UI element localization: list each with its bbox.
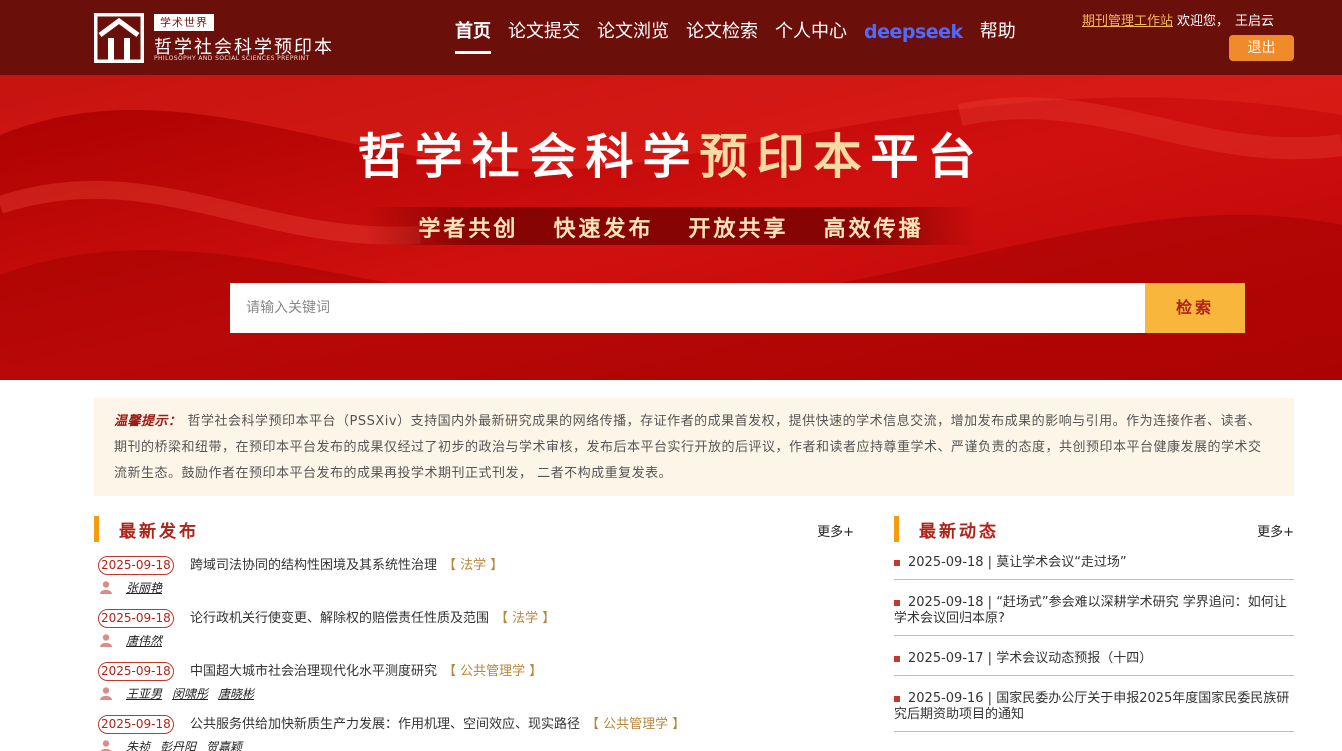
author-link[interactable]: 王亚男 [126, 685, 162, 702]
nav-personal-center[interactable]: 个人中心 [775, 18, 847, 54]
search-input[interactable] [230, 283, 1145, 333]
author-link[interactable]: 唐晓彬 [218, 685, 254, 702]
square-bullet-icon [894, 599, 900, 606]
category-tag[interactable]: 【 法学 】 [495, 611, 555, 626]
author-row: 张丽艳 [100, 578, 172, 596]
paper-title-link[interactable]: 公共服务供给加快新质生产力发展：作用机理、空间效应、现实路径【 公共管理学 】 [190, 715, 685, 734]
publish-date: 2025-09-18 [98, 715, 174, 734]
author-row: 唐伟然 [100, 631, 172, 649]
author-link[interactable]: 张丽艳 [126, 579, 162, 596]
list-item: 2025-09-18 公共服务供给加快新质生产力发展：作用机理、空间效应、现实路… [94, 715, 854, 751]
section-accent-bar [94, 516, 99, 542]
author-link[interactable]: 贺嘉颖 [206, 738, 242, 751]
section-title: 最新动态 [919, 522, 999, 542]
person-icon [100, 739, 112, 751]
main-nav: 首页 论文提交 论文浏览 论文检索 个人中心 deepseek 帮助 [455, 18, 1033, 54]
author-row: 朱祯 彭丹阳 贺嘉颖 [100, 737, 252, 751]
building-logo-icon [94, 13, 144, 63]
nav-browse-papers[interactable]: 论文浏览 [597, 18, 669, 54]
site-logo[interactable]: 学术世界 哲学社会科学预印本 PHILOSOPHY AND SOCIAL SCI… [94, 13, 334, 65]
banner-title: 哲学社会科学预印本平台 [357, 129, 985, 185]
slogans: 学者共创 快速发布 开放共享 高效传播 [0, 211, 1342, 243]
news-item[interactable]: 2025-09-18 | “赶场式”参会难以深耕学术研究 学界追问：如何让学术会… [894, 594, 1294, 636]
logo-subtitle: PHILOSOPHY AND SOCIAL SCIENCES PREPRINT [154, 55, 310, 62]
welcome-text: 欢迎您， [1177, 14, 1230, 29]
latest-publications-section: 最新发布 更多+ 2025-09-18 跨域司法协同的结构性困境及其系统性治理【… [94, 516, 854, 751]
notice-panel: 温馨提示： 哲学社会科学预印本平台（PSSXiv）支持国内外最新研究成果的网络传播… [94, 398, 1294, 496]
paper-title-link[interactable]: 论行政机关行使变更、解除权的赔偿责任性质及范围【 法学 】 [190, 609, 555, 628]
section-title: 最新发布 [119, 522, 199, 542]
user-line: 期刊管理工作站 欢迎您， 王启云 [1082, 10, 1294, 29]
news-item[interactable]: 2025-09-17 | 学术会议动态预报（十四） [894, 650, 1294, 676]
category-tag[interactable]: 【 公共管理学 】 [443, 664, 542, 679]
author-row: 王亚男 闵啸彤 唐晓彬 [100, 684, 264, 702]
news-item[interactable]: 2025-09-16 | 国家民委办公厅关于申报2025年度国家民委民族研究后期… [894, 690, 1294, 732]
latest-news-section: 最新动态 更多+ 2025-09-18 | 莫让学术会议“走过场” 2025-0… [894, 516, 1294, 732]
author-link[interactable]: 闵啸彤 [172, 685, 208, 702]
slogan-item: 高效传播 [823, 217, 924, 242]
nav-deepseek[interactable]: deepseek [864, 18, 963, 54]
section-accent-bar [894, 516, 899, 542]
publication-list: 2025-09-18 跨域司法协同的结构性困境及其系统性治理【 法学 】 张丽艳… [94, 556, 854, 751]
paper-title-link[interactable]: 跨域司法协同的结构性困境及其系统性治理【 法学 】 [190, 556, 503, 575]
list-item: 2025-09-18 跨域司法协同的结构性困境及其系统性治理【 法学 】 张丽艳 [94, 556, 854, 609]
news-item[interactable]: 2025-09-18 | 莫让学术会议“走过场” [894, 554, 1294, 580]
more-publications-link[interactable]: 更多+ [817, 521, 854, 540]
journal-management-link[interactable]: 期刊管理工作站 [1082, 14, 1173, 29]
publish-date: 2025-09-18 [98, 556, 174, 575]
publish-date: 2025-09-18 [98, 609, 174, 628]
notice-label: 温馨提示： [114, 414, 182, 429]
search-box: 检索 [230, 283, 1245, 333]
section-header: 最新发布 更多+ [94, 516, 854, 542]
user-area: 期刊管理工作站 欢迎您， 王启云 退出 [1082, 10, 1294, 61]
top-header: 学术世界 哲学社会科学预印本 PHILOSOPHY AND SOCIAL SCI… [0, 0, 1342, 75]
logo-tag: 学术世界 [154, 14, 214, 31]
list-item: 2025-09-18 论行政机关行使变更、解除权的赔偿责任性质及范围【 法学 】… [94, 609, 854, 662]
nav-home[interactable]: 首页 [455, 18, 491, 54]
person-icon [100, 633, 112, 647]
square-bullet-icon [894, 559, 900, 566]
category-tag[interactable]: 【 法学 】 [443, 558, 503, 573]
nav-submit-paper[interactable]: 论文提交 [508, 18, 580, 54]
nav-search-papers[interactable]: 论文检索 [686, 18, 758, 54]
more-news-link[interactable]: 更多+ [1257, 521, 1294, 540]
news-list: 2025-09-18 | 莫让学术会议“走过场” 2025-09-18 | “赶… [894, 554, 1294, 746]
search-button[interactable]: 检索 [1145, 283, 1245, 333]
author-link[interactable]: 唐伟然 [126, 632, 162, 649]
paper-title-link[interactable]: 中国超大城市社会治理现代化水平测度研究【 公共管理学 】 [190, 662, 542, 681]
person-icon [100, 686, 112, 700]
nav-help[interactable]: 帮助 [980, 18, 1016, 54]
list-item: 2025-09-18 中国超大城市社会治理现代化水平测度研究【 公共管理学 】 … [94, 662, 854, 715]
square-bullet-icon [894, 695, 900, 702]
publish-date: 2025-09-18 [98, 662, 174, 681]
username: 王启云 [1235, 14, 1275, 29]
slogan-item: 快速发布 [553, 217, 654, 242]
hero-banner: 哲学社会科学预印本平台 学者共创 快速发布 开放共享 高效传播 检索 [0, 75, 1342, 380]
person-icon [100, 580, 112, 594]
author-link[interactable]: 朱祯 [126, 738, 150, 751]
slogan-item: 开放共享 [688, 217, 789, 242]
slogan-item: 学者共创 [418, 217, 519, 242]
author-link[interactable]: 彭丹阳 [160, 738, 196, 751]
logout-button[interactable]: 退出 [1229, 35, 1294, 61]
notice-text: 哲学社会科学预印本平台（PSSXiv）支持国内外最新研究成果的网络传播，存证作者… [114, 414, 1262, 481]
square-bullet-icon [894, 655, 900, 662]
category-tag[interactable]: 【 公共管理学 】 [586, 717, 685, 732]
section-header: 最新动态 更多+ [894, 516, 1294, 542]
